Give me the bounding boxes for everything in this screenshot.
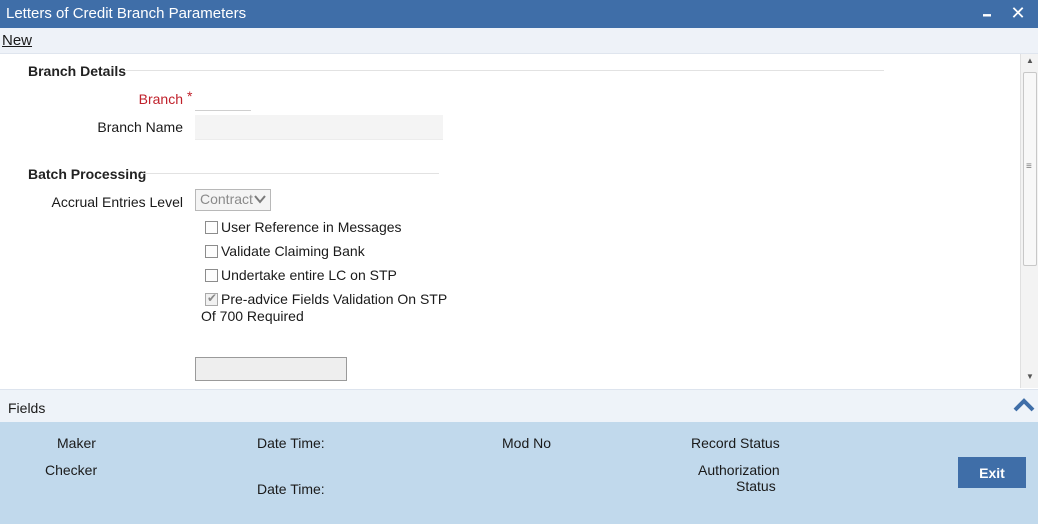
new-link[interactable]: New [2, 32, 32, 49]
mod-no-label: Mod No [502, 435, 552, 451]
fields-bar: Fields [0, 389, 1038, 423]
authorization-status-label: Authorization [698, 462, 780, 478]
undertake-entire-lc-label: Undertake entire LC on STP [221, 267, 397, 283]
pre-advice-validation-checkbox: ✔ [205, 291, 218, 306]
window-title: Letters of Credit Branch Parameters [6, 5, 247, 22]
toolbar: New [0, 28, 1038, 54]
checker-label: Checker [45, 462, 98, 478]
minimize-icon: ▬ [983, 9, 991, 19]
branch-name-label: Branch Name [97, 119, 183, 135]
fields-label: Fields [8, 400, 46, 416]
accrual-entries-select[interactable]: Contract [195, 189, 271, 211]
user-reference-label: User Reference in Messages [221, 219, 402, 235]
audit-panel: Maker Checker Date Time: Date Time: Mod … [0, 422, 1038, 524]
scroll-down-icon[interactable]: ▼ [1021, 372, 1038, 386]
branch-name-field [195, 115, 443, 140]
scroll-up-icon[interactable]: ▲ [1021, 56, 1038, 70]
maker-date-time-label: Date Time: [257, 435, 325, 451]
section-divider [126, 70, 884, 71]
accrual-entries-label: Accrual Entries Level [51, 194, 183, 210]
scrollbar-thumb[interactable]: ≡ [1023, 72, 1037, 266]
accrual-entries-value: Contract [200, 191, 253, 207]
exit-button[interactable]: Exit [958, 457, 1026, 488]
title-bar: Letters of Credit Branch Parameters ▬ ✕ [0, 0, 1038, 28]
authorization-status-label-line2: Status [736, 478, 776, 494]
grip-icon: ≡ [1026, 161, 1032, 172]
close-icon: ✕ [1010, 3, 1026, 23]
branch-details-title: Branch Details [28, 63, 127, 79]
pre-advice-validation-label: Pre-advice Fields Validation On STP [221, 291, 448, 307]
user-reference-checkbox[interactable] [205, 221, 218, 234]
clipped-button[interactable] [195, 357, 347, 381]
record-status-label: Record Status [691, 435, 780, 451]
validate-claiming-bank-checkbox[interactable] [205, 245, 218, 258]
main-content: Branch Details Branch * Branch Name Batc… [0, 54, 1020, 388]
checkmark-icon: ✔ [207, 291, 218, 305]
pre-advice-validation-label-continued: Of 700 Required [201, 308, 304, 324]
batch-processing-title: Batch Processing [28, 166, 147, 182]
close-button[interactable]: ✕ [1007, 1, 1029, 25]
required-marker: * [187, 88, 193, 104]
chevron-up-icon[interactable] [1012, 393, 1036, 417]
validate-claiming-bank-label: Validate Claiming Bank [221, 243, 365, 259]
checker-date-time-label: Date Time: [257, 481, 325, 497]
chevron-down-icon [253, 192, 267, 209]
branch-label: Branch [138, 91, 183, 107]
minimize-button[interactable]: ▬ [976, 1, 998, 25]
maker-label: Maker [57, 435, 96, 451]
branch-input[interactable] [195, 86, 251, 111]
undertake-entire-lc-checkbox[interactable] [205, 269, 218, 282]
vertical-scrollbar[interactable]: ▲ ≡ ▼ [1020, 54, 1038, 388]
section-divider [142, 173, 439, 174]
